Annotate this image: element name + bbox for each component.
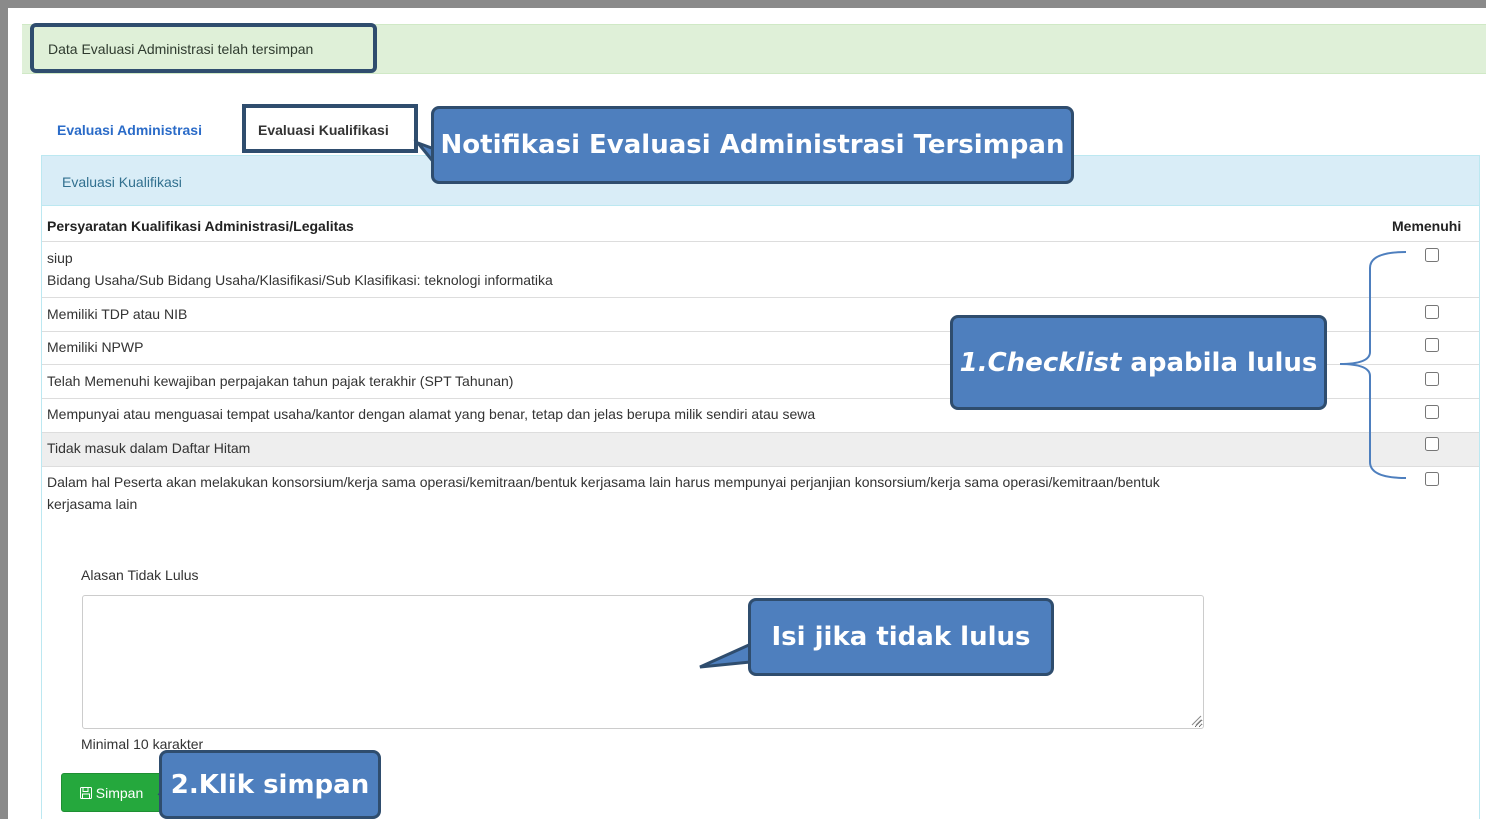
table-row-hover	[42, 432, 1479, 466]
callout-checklist-emphasis: 1.Checklist	[959, 347, 1122, 378]
tab-evaluasi-administrasi[interactable]: Evaluasi Administrasi	[57, 122, 202, 138]
requirement-npwp: Memiliki NPWP	[47, 339, 144, 355]
requirement-spt: Telah Memenuhi kewajiban perpajakan tahu…	[47, 373, 514, 389]
callout-fill-reason-text: Isi jika tidak lulus	[771, 622, 1031, 652]
alert-message: Data Evaluasi Administrasi telah tersimp…	[48, 41, 314, 57]
callout-fill-reason: Isi jika tidak lulus	[748, 598, 1054, 676]
floppy-disk-icon	[79, 786, 92, 799]
table-divider	[42, 241, 1479, 242]
requirement-siup-detail: Bidang Usaha/Sub Bidang Usaha/Klasifikas…	[47, 272, 553, 288]
table-divider	[42, 466, 1479, 467]
reason-label: Alasan Tidak Lulus	[81, 567, 199, 583]
column-header-requirement: Persyaratan Kualifikasi Administrasi/Leg…	[47, 218, 354, 234]
requirement-office: Mempunyai atau menguasai tempat usaha/ka…	[47, 406, 816, 422]
resize-grip-icon[interactable]	[1190, 714, 1202, 726]
table-divider	[42, 432, 1479, 433]
callout-notification-text: Notifikasi Evaluasi Administrasi Tersimp…	[440, 130, 1065, 160]
checkbox-blacklist[interactable]	[1425, 437, 1439, 451]
panel-title: Evaluasi Kualifikasi	[62, 174, 182, 190]
requirement-consortium-cont: kerjasama lain	[47, 496, 138, 512]
screenshot-frame-left	[0, 0, 8, 819]
save-button-label: Simpan	[95, 784, 144, 801]
screenshot-frame-top	[0, 0, 1486, 8]
callout-checklist-text: apabila lulus	[1121, 347, 1318, 378]
save-button[interactable]: Simpan	[61, 773, 162, 812]
table-divider	[42, 297, 1479, 298]
column-header-fulfilled: Memenuhi	[1392, 218, 1462, 234]
checkbox-tdp-nib[interactable]	[1425, 305, 1439, 319]
callout-notification: Notifikasi Evaluasi Administrasi Tersimp…	[431, 106, 1074, 184]
checkbox-siup[interactable]	[1425, 248, 1439, 262]
checkbox-spt[interactable]	[1425, 372, 1439, 386]
requirement-tdp-nib: Memiliki TDP atau NIB	[47, 306, 188, 322]
requirement-blacklist: Tidak masuk dalam Daftar Hitam	[47, 440, 251, 456]
callout-checklist: 1.Checklist apabila lulus	[950, 315, 1327, 410]
checkbox-npwp[interactable]	[1425, 338, 1439, 352]
callout-save: 2.Klik simpan	[159, 750, 381, 819]
requirement-siup: siup	[47, 250, 73, 266]
requirement-consortium: Dalam hal Peserta akan melakukan konsors…	[47, 474, 1160, 490]
tab-evaluasi-kualifikasi[interactable]: Evaluasi Kualifikasi	[258, 122, 389, 138]
callout-save-text: 2.Klik simpan	[170, 769, 370, 800]
checkbox-office[interactable]	[1425, 405, 1439, 419]
checkbox-consortium[interactable]	[1425, 472, 1439, 486]
